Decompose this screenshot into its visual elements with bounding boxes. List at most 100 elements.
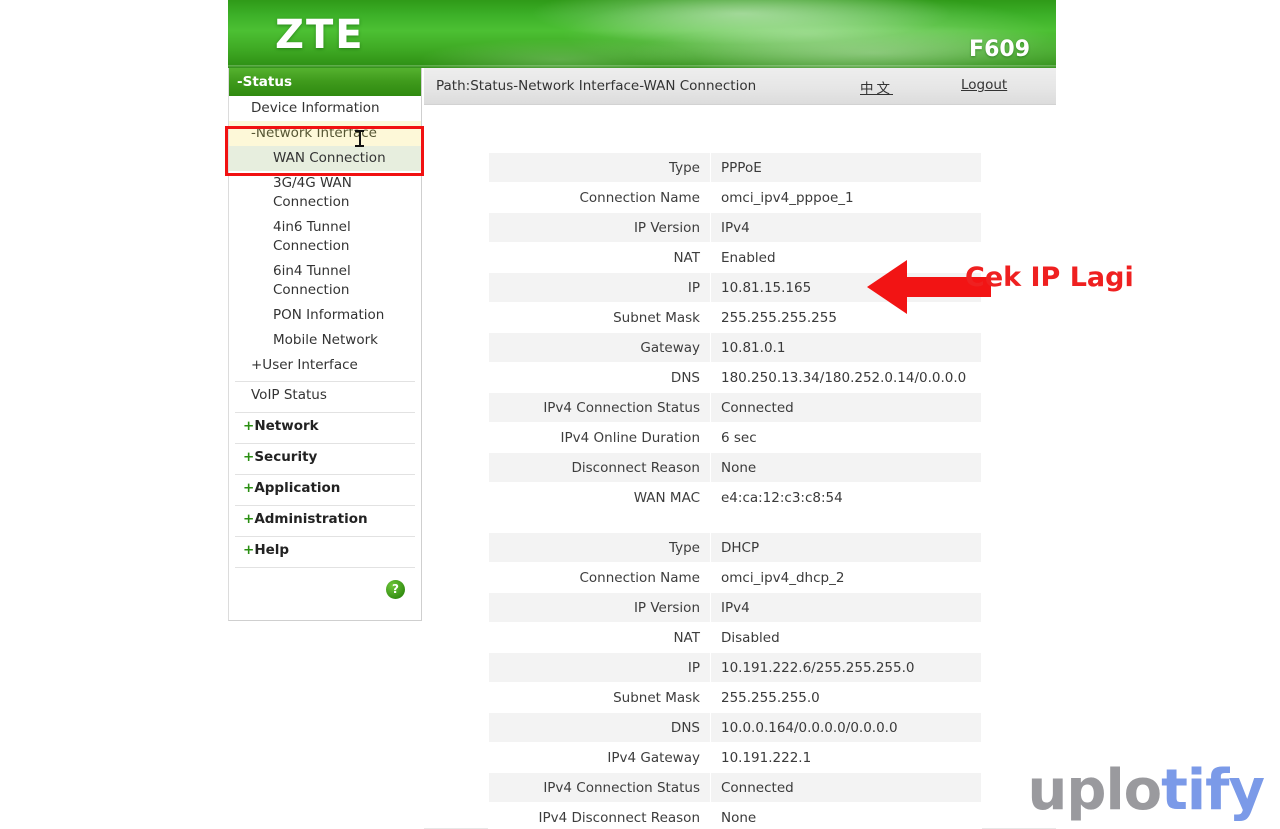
table-cell-value: 10.191.222.6/255.255.255.0 [710, 652, 982, 683]
sidebar-group-network[interactable]: +Network [229, 413, 421, 440]
table-cell-value: 10.81.15.165 [710, 272, 982, 303]
table-cell-value: DHCP [710, 532, 982, 563]
table-cell-value: 255.255.255.255 [710, 302, 982, 333]
sidebar-group-security[interactable]: +Security [229, 444, 421, 471]
table-cell-key: NAT [488, 622, 711, 653]
table-cell-value: 6 sec [710, 422, 982, 453]
table-cell-key: IPv4 Gateway [488, 742, 711, 773]
sidebar-group-label: Help [254, 542, 290, 558]
table-cell-key: Subnet Mask [488, 302, 711, 333]
table-cell-key: Type [488, 152, 711, 183]
table-cell-value: omci_ipv4_pppoe_1 [710, 182, 982, 213]
screenshot-root: ZTE F609 Path:Status-Network Interface-W… [0, 0, 1280, 829]
sidebar-item-4in6-tunnel-connection[interactable]: 4in6 Tunnel Connection [229, 215, 421, 259]
table-cell-key: WAN MAC [488, 482, 711, 513]
table-row: IP Version IPv4 [488, 592, 982, 623]
router-web-ui: ZTE F609 Path:Status-Network Interface-W… [228, 0, 1056, 829]
table-row: Connection Name omci_ipv4_dhcp_2 [488, 562, 982, 593]
watermark-part-blue: tify [1161, 758, 1265, 823]
expand-plus-icon: + [243, 542, 255, 558]
sidebar-group-list: +Network +Security +Application +Administra… [229, 412, 421, 564]
table-row: IPv4 Connection Status Connected [488, 772, 982, 803]
table-row: Type PPPoE [488, 152, 982, 183]
language-switch-link[interactable]: 中文 [860, 77, 893, 97]
table-cell-value: IPv4 [710, 592, 982, 623]
sidebar-item-user-interface[interactable]: +User Interface [229, 353, 421, 378]
table-row: IPv4 Disconnect Reason None [488, 802, 982, 829]
help-icon[interactable]: ? [386, 580, 405, 599]
watermark-part-gray: uplo [1027, 758, 1163, 823]
table-row: Gateway 10.81.0.1 [488, 332, 982, 363]
brand-header: ZTE F609 [228, 0, 1056, 68]
table-cell-value: omci_ipv4_dhcp_2 [710, 562, 982, 593]
table-cell-value: None [710, 452, 982, 483]
table-cell-value: Enabled [710, 242, 982, 273]
sidebar-group-label: Application [254, 480, 341, 496]
table-cell-key: Gateway [488, 332, 711, 363]
sidebar-group-label: Network [254, 418, 319, 434]
expand-plus-icon: + [243, 511, 255, 527]
sidebar-item-pon-information[interactable]: PON Information [229, 303, 421, 328]
table-row: IP 10.191.222.6/255.255.255.0 [488, 652, 982, 683]
table-cell-key: IP [488, 652, 711, 683]
sidebar-item-network-interface[interactable]: -Network Interface [229, 121, 421, 146]
uplotify-watermark: uplotify [1028, 763, 1265, 819]
sidebar-help-row: ? [229, 568, 421, 612]
sidebar-item-mobile-network[interactable]: Mobile Network [229, 328, 421, 353]
table-row: NAT Enabled [488, 242, 982, 273]
sidebar-group-help[interactable]: +Help [229, 537, 421, 564]
table-cell-key: IP Version [488, 212, 711, 243]
table-row: Disconnect Reason None [488, 452, 982, 483]
table-row: IP 10.81.15.165 [488, 272, 982, 303]
table-cell-key: IPv4 Online Duration [488, 422, 711, 453]
table-cell-key: DNS [488, 712, 711, 743]
expand-plus-icon: + [243, 449, 255, 465]
table-cell-key: Type [488, 532, 711, 563]
table-cell-key: IPv4 Connection Status [488, 392, 711, 423]
device-model-label: F609 [969, 37, 1030, 62]
sidebar-item-status[interactable]: -Status [229, 68, 421, 96]
table-row: Subnet Mask 255.255.255.0 [488, 682, 982, 713]
table-cell-value: 10.191.222.1 [710, 742, 982, 773]
table-row: Type DHCP [488, 532, 982, 563]
table-cell-value: 10.81.0.1 [710, 332, 982, 363]
table-row: DNS 180.250.13.34/180.252.0.14/0.0.0.0 [488, 362, 982, 393]
table-row: IP Version IPv4 [488, 212, 982, 243]
table-cell-key: DNS [488, 362, 711, 393]
sidebar-item-voip-status[interactable]: VoIP Status [229, 382, 421, 409]
table-cell-key: Connection Name [488, 182, 711, 213]
table-cell-value: 180.250.13.34/180.252.0.14/0.0.0.0 [710, 362, 982, 393]
table-row: Subnet Mask 255.255.255.255 [488, 302, 982, 333]
sidebar-item-6in4-tunnel-connection[interactable]: 6in4 Tunnel Connection [229, 259, 421, 303]
zte-logo: ZTE [275, 12, 365, 58]
table-cell-value: Connected [710, 772, 982, 803]
expand-plus-icon: + [243, 418, 255, 434]
main-content: Type PPPoE Connection Name omci_ipv4_pppoe_… [424, 105, 1056, 829]
table-cell-key: IP [488, 272, 711, 303]
sidebar-group-label: Security [254, 449, 318, 465]
sidebar-group-label: Administration [254, 511, 368, 527]
table-cell-value: PPPoE [710, 152, 982, 183]
breadcrumb: Path:Status-Network Interface-WAN Connec… [436, 78, 757, 94]
table-cell-key: Connection Name [488, 562, 711, 593]
sidebar-nav: -Status Device Information -Network Inter… [228, 68, 422, 621]
table-cell-key: NAT [488, 242, 711, 273]
table-row: NAT Disabled [488, 622, 982, 653]
table-row: IPv4 Connection Status Connected [488, 392, 982, 423]
table-cell-value: 255.255.255.0 [710, 682, 982, 713]
table-cell-value: 10.0.0.164/0.0.0.0/0.0.0.0 [710, 712, 982, 743]
table-row: IPv4 Gateway 10.191.222.1 [488, 742, 982, 773]
table-cell-value: Disabled [710, 622, 982, 653]
wan-connection-table-pppoe: Type PPPoE Connection Name omci_ipv4_pppoe_… [488, 152, 982, 513]
sidebar-item-device-information[interactable]: Device Information [229, 96, 421, 121]
sidebar-group-administration[interactable]: +Administration [229, 506, 421, 533]
sidebar-item-3g-4g-wan-connection[interactable]: 3G/4G WAN Connection [229, 171, 421, 215]
table-cell-key: IPv4 Connection Status [488, 772, 711, 803]
logout-link[interactable]: Logout [961, 77, 1007, 93]
sidebar-item-wan-connection[interactable]: WAN Connection [229, 146, 421, 171]
table-cell-key: Disconnect Reason [488, 452, 711, 483]
sidebar-group-application[interactable]: +Application [229, 475, 421, 502]
path-bar: Path:Status-Network Interface-WAN Connec… [424, 68, 1056, 105]
table-cell-key: IPv4 Disconnect Reason [488, 802, 711, 829]
table-cell-value: Connected [710, 392, 982, 423]
